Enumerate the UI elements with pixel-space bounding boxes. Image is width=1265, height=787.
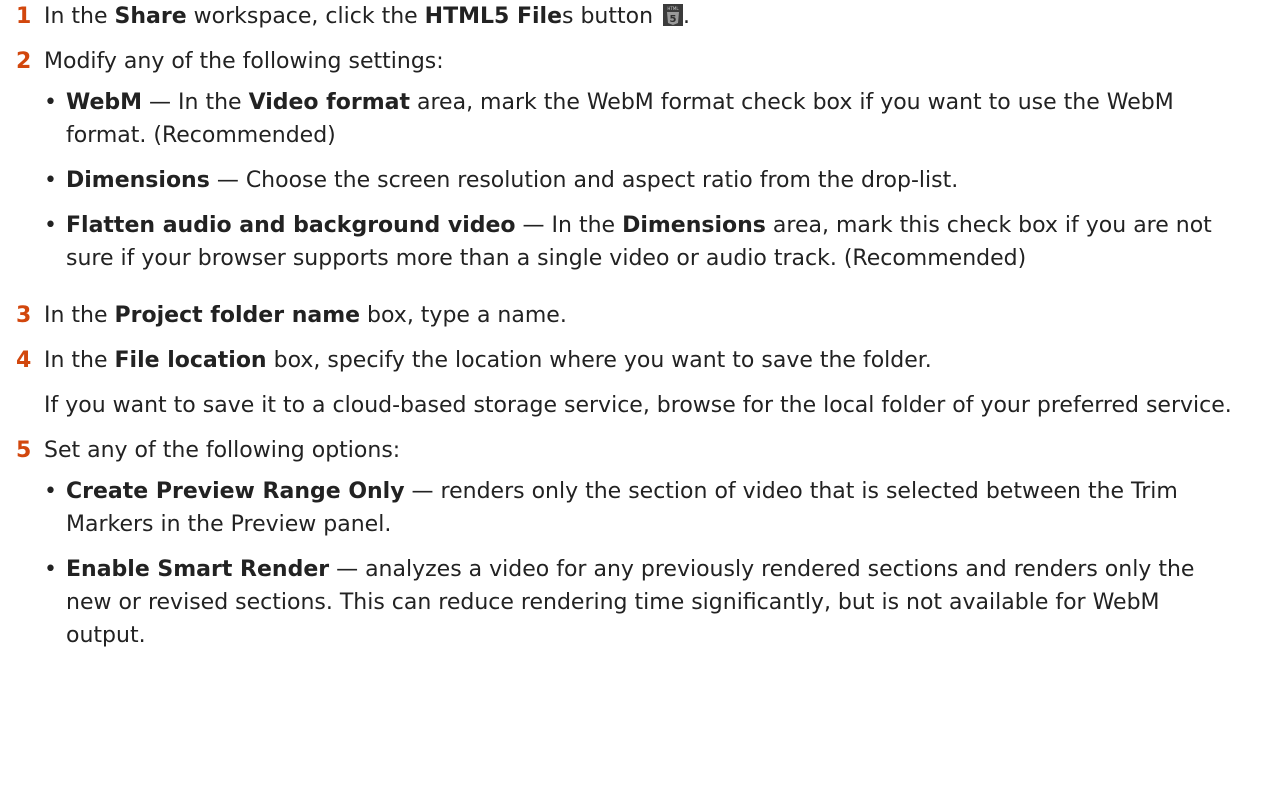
step-text: Modify any of the following settings: (44, 49, 444, 74)
document: 1 In the Share workspace, click the HTML… (0, 0, 1265, 664)
svg-text:HTML: HTML (667, 6, 679, 11)
html5-icon: HTML 5 (663, 4, 684, 26)
bullet-item: • Dimensions — Choose the screen resolut… (44, 164, 1245, 197)
bullet-dot: • (44, 479, 57, 504)
step-text: s button (562, 4, 654, 29)
bullet-item: • Flatten audio and background video — I… (44, 209, 1245, 275)
dimensions-term: Dimensions (66, 168, 210, 193)
bullet-item: • Enable Smart Render — analyzes a video… (44, 553, 1245, 652)
bullet-text: — In the (515, 213, 623, 238)
step-2: 2 Modify any of the following settings: … (0, 45, 1245, 287)
step-text: In the (44, 348, 115, 373)
step-text: Set any of the following options: (44, 438, 401, 463)
bullet-dot: • (44, 557, 57, 582)
step-body: In the Share workspace, click the HTML5 … (44, 0, 1245, 33)
bullet-dot: • (44, 168, 57, 193)
step-text: In the (44, 4, 115, 29)
step-body: In the Project folder name box, type a n… (44, 299, 1245, 332)
step-body: Set any of the following options: • Crea… (44, 434, 1245, 664)
flatten-term: Flatten audio and background video (66, 213, 516, 238)
step-text: box, specify the location where you want… (266, 348, 932, 373)
file-location-term: File location (114, 348, 267, 373)
bullet-text: — Choose the screen resolution and aspec… (209, 168, 959, 193)
bullet-dot: • (44, 90, 57, 115)
svg-text:5: 5 (670, 14, 677, 25)
step-text: In the (44, 303, 115, 328)
step-body: Modify any of the following settings: • … (44, 45, 1245, 287)
video-format-term: Video format (248, 90, 411, 115)
project-folder-name-term: Project folder name (114, 303, 361, 328)
bullet-dot: • (44, 213, 57, 238)
step-1: 1 In the Share workspace, click the HTML… (0, 0, 1245, 33)
step-number: 5 (16, 438, 32, 463)
step-number: 1 (16, 4, 32, 29)
step-number: 2 (16, 49, 32, 74)
webm-term: WebM (66, 90, 143, 115)
step-text: . (683, 4, 691, 29)
step-number: 4 (16, 348, 32, 373)
bullet-list: • WebM — In the Video format area, mark … (44, 86, 1245, 275)
step-3: 3 In the Project folder name box, type a… (0, 299, 1245, 332)
step-4: 4 In the File location box, specify the … (0, 344, 1245, 422)
dimensions-term: Dimensions (622, 213, 766, 238)
bullet-list: • Create Preview Range Only — renders on… (44, 475, 1245, 652)
step-text: box, type a name. (360, 303, 567, 328)
bullet-item: • Create Preview Range Only — renders on… (44, 475, 1245, 541)
step-body: In the File location box, specify the lo… (44, 344, 1245, 422)
step-text: workspace, click the (186, 4, 425, 29)
create-preview-range-term: Create Preview Range Only (66, 479, 405, 504)
step-5: 5 Set any of the following options: • Cr… (0, 434, 1245, 664)
bullet-item: • WebM — In the Video format area, mark … (44, 86, 1245, 152)
enable-smart-render-term: Enable Smart Render (66, 557, 330, 582)
step-note: If you want to save it to a cloud-based … (44, 393, 1232, 418)
bullet-text: — In the (142, 90, 249, 115)
html5-files-term: HTML5 File (424, 4, 562, 29)
share-term: Share (114, 4, 187, 29)
step-number: 3 (16, 303, 32, 328)
